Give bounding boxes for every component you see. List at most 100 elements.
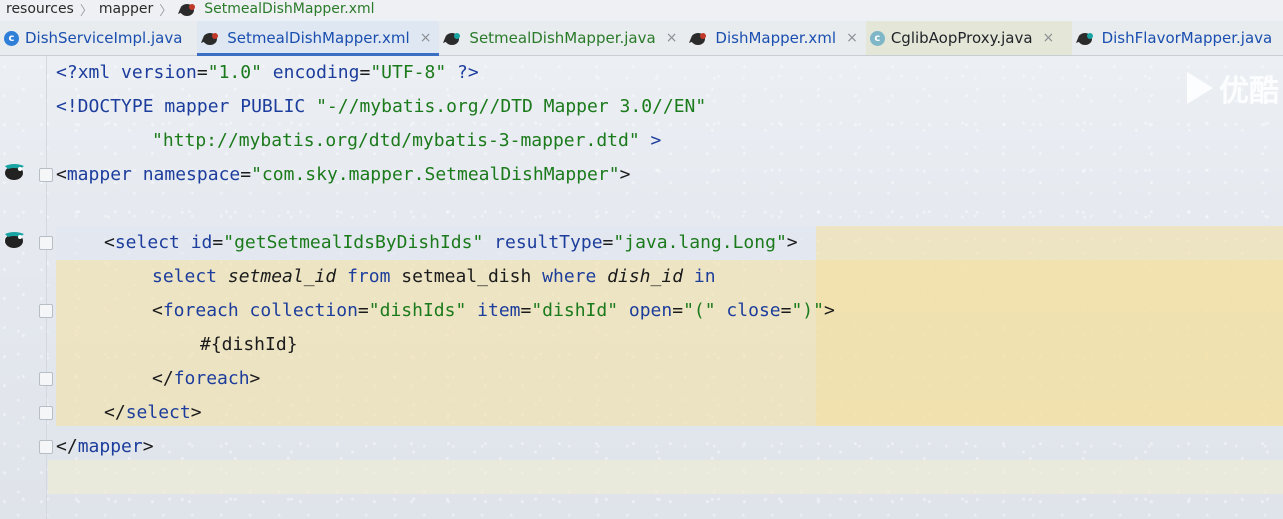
token: =: [520, 300, 532, 321]
youku-watermark: 优酷: [1187, 66, 1279, 110]
breadcrumb: resources 〉 mapper 〉 SetmealDishMapper.x…: [0, 0, 1283, 19]
token: mapper: [77, 436, 143, 457]
token: mapper: [66, 164, 132, 185]
token: resultType: [483, 232, 603, 253]
tab-dishserviceimpl-java[interactable]: c DishServiceImpl.java: [0, 21, 197, 55]
token: #{dishId}: [200, 334, 298, 355]
token: select: [152, 266, 228, 287]
tab-label: DishServiceImpl.java: [25, 29, 183, 47]
code-line-10: </foreach>: [152, 362, 260, 396]
token: =: [602, 232, 614, 253]
tab-setmealdishmapper-java[interactable]: SetmealDishMapper.java ×: [439, 21, 685, 55]
tab-setmealdishmapper-xml[interactable]: SetmealDishMapper.xml ×: [197, 21, 440, 56]
code-line-2: <!DOCTYPE mapper PUBLIC "-//mybatis.org/…: [56, 90, 706, 124]
token: =: [672, 300, 684, 321]
breadcrumb-item-resources[interactable]: resources: [0, 1, 80, 17]
token: "java.lang.Long": [613, 232, 787, 253]
editor-tab-bar: c DishServiceImpl.java SetmealDishMapper…: [0, 21, 1283, 56]
token: item: [466, 300, 521, 321]
token: >: [639, 130, 662, 151]
token: =: [359, 62, 371, 83]
token: <: [152, 300, 163, 321]
token: "-//mybatis.org//DTD Mapper 3.0//EN": [316, 96, 707, 117]
mybatis-bird-icon: [689, 33, 707, 45]
code-line-4: <mapper namespace="com.sky.mapper.Setmea…: [56, 158, 630, 192]
token: where: [531, 266, 608, 287]
token: select: [125, 402, 191, 423]
token: ")": [791, 300, 824, 321]
tab-cglibaopproxy-java[interactable]: c CglibAopProxy.java ×: [865, 21, 1072, 55]
tab-dishmapper-xml[interactable]: DishMapper.xml ×: [685, 21, 865, 55]
fold-toggle-icon[interactable]: [39, 168, 53, 182]
fold-toggle-icon[interactable]: [39, 440, 53, 454]
token: =: [212, 232, 224, 253]
token: >: [823, 300, 835, 321]
breadcrumb-separator-icon: 〉: [159, 3, 173, 19]
close-icon[interactable]: ×: [666, 30, 678, 46]
tab-label: SetmealDishMapper.xml: [227, 29, 410, 47]
token: close: [715, 300, 781, 321]
token: "1.0": [207, 62, 262, 83]
token: open: [618, 300, 673, 321]
tab-label: DishMapper.xml: [715, 29, 837, 47]
token: <?: [56, 62, 78, 83]
token: in: [683, 266, 716, 287]
token: >: [190, 402, 202, 423]
token: setmeal_id: [227, 266, 337, 287]
token: >: [619, 164, 631, 185]
fold-toggle-icon[interactable]: [39, 304, 53, 318]
token: setmeal_dish: [401, 266, 532, 287]
token: encoding: [261, 62, 360, 83]
token: dish_id: [607, 266, 684, 287]
token: =: [196, 62, 208, 83]
mybatis-bird-icon: [1075, 33, 1093, 45]
token: </: [152, 368, 174, 389]
token: =: [780, 300, 792, 321]
code-line-6: <select id="getSetmealIdsByDishIds" resu…: [104, 226, 798, 260]
mybatis-bird-icon: [443, 33, 461, 45]
mybatis-bird-icon: [201, 33, 219, 45]
code-line-11: </select>: [104, 396, 202, 430]
code-line-8: <foreach collection="dishIds" item="dish…: [152, 294, 835, 328]
token: <: [56, 164, 67, 185]
close-icon[interactable]: ×: [420, 30, 432, 46]
c-class-icon: c: [4, 30, 19, 46]
mybatis-bird-icon[interactable]: [2, 160, 28, 182]
token: foreach: [162, 300, 239, 321]
mybatis-bird-icon[interactable]: [2, 228, 28, 250]
token: </: [104, 402, 126, 423]
token: </: [56, 436, 78, 457]
mybatis-bird-icon: [178, 4, 196, 16]
breadcrumb-item-active-file[interactable]: SetmealDishMapper.xml: [172, 1, 380, 17]
fold-toggle-icon[interactable]: [39, 372, 53, 386]
code-editor[interactable]: <?xml version="1.0" encoding="UTF-8" ?> …: [0, 56, 1283, 519]
fold-toggle-icon[interactable]: [39, 236, 53, 250]
token: "getSetmealIdsByDishIds": [223, 232, 484, 253]
token: =: [240, 164, 252, 185]
fold-toggle-icon[interactable]: [39, 406, 53, 420]
token: collection: [238, 300, 358, 321]
token: id: [179, 232, 213, 253]
token: ?>: [446, 62, 479, 83]
tab-label: CglibAopProxy.java: [890, 29, 1033, 47]
tab-label: SetmealDishMapper.java: [469, 29, 656, 47]
token: xml version: [77, 62, 197, 83]
code-line-9: #{dishId}: [200, 328, 298, 362]
token: from: [336, 266, 402, 287]
token: >: [249, 368, 261, 389]
play-logo-icon: [1187, 72, 1213, 104]
close-icon[interactable]: ×: [846, 30, 858, 46]
c-class-icon: c: [869, 30, 885, 46]
current-line-highlight: [48, 460, 1283, 494]
token: select: [114, 232, 180, 253]
close-icon[interactable]: ×: [1043, 30, 1055, 46]
token: <!DOCTYPE mapper PUBLIC: [56, 96, 317, 117]
code-line-7: select setmeal_id from setmeal_dish wher…: [152, 260, 716, 294]
token: namespace: [131, 164, 241, 185]
token: "http://mybatis.org/dtd/mybatis-3-mapper…: [152, 130, 640, 151]
breadcrumb-item-mapper[interactable]: mapper: [93, 1, 159, 17]
token: "dishId": [531, 300, 619, 321]
code-line-12: </mapper>: [56, 430, 154, 464]
tab-dishflavormapper-java[interactable]: DishFlavorMapper.java: [1072, 21, 1283, 55]
token: >: [142, 436, 154, 457]
